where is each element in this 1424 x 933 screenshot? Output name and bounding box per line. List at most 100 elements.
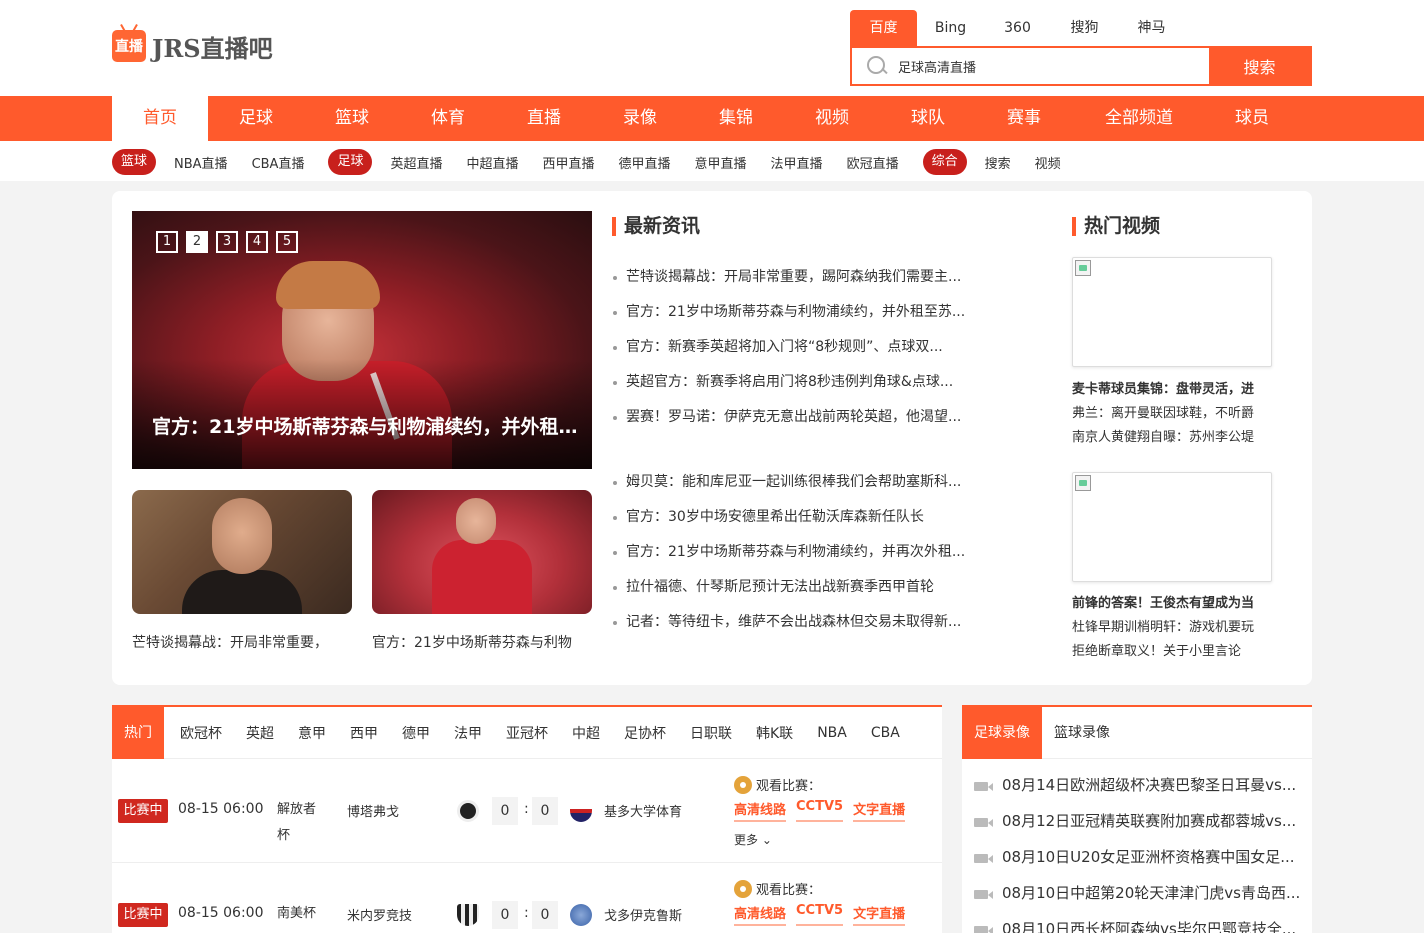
nav-football[interactable]: 足球 — [208, 96, 304, 141]
slide-dot[interactable]: 5 — [276, 231, 298, 253]
text-live-link[interactable]: 文字直播 — [853, 799, 906, 822]
nav-video[interactable]: 视频 — [784, 96, 880, 141]
subnav-ligue1-live[interactable]: 法甲直播 — [771, 153, 823, 172]
subnav-csl-live[interactable]: 中超直播 — [466, 153, 518, 172]
video-link[interactable]: 杜锋早期训梢明轩：游戏机要玩 — [1072, 616, 1282, 640]
home-team[interactable]: 博塔弗戈 — [347, 801, 399, 820]
nav-basketball[interactable]: 篮球 — [304, 96, 400, 141]
replay-item[interactable]: 08月12日亚冠精英联赛附加赛成都蓉城vs... — [962, 803, 1312, 839]
away-team[interactable]: 戈多伊克鲁斯 — [604, 905, 682, 924]
thumb-image-2[interactable] — [372, 490, 592, 614]
news-item[interactable]: 罢赛！罗马诺：伊萨克无意出战前两轮英超，他渴望... — [612, 400, 992, 435]
news-item[interactable]: 官方：30岁中场安德里希出任勒沃库森新任队长 — [612, 500, 992, 535]
subnav-bundesliga-live[interactable]: 德甲直播 — [619, 153, 671, 172]
home-team[interactable]: 米内罗竞技 — [347, 905, 412, 924]
nav-all-channels[interactable]: 全部频道 — [1072, 96, 1206, 141]
video-thumbnail-2[interactable] — [1072, 472, 1272, 582]
tab-k-league[interactable]: 韩K联 — [756, 723, 793, 743]
video-link[interactable]: 弗兰：离开曼联因球鞋，不听爵 — [1072, 402, 1282, 426]
replay-item[interactable]: 08月10日U20女足亚洲杯资格赛中国女足... — [962, 839, 1312, 875]
tab-epl[interactable]: 英超 — [246, 723, 274, 743]
subnav-pill-general[interactable]: 综合 — [922, 149, 967, 175]
replay-item[interactable]: 08月10日中超第20轮天津津门虎vs青岛西... — [962, 875, 1312, 911]
nav-replay[interactable]: 录像 — [592, 96, 688, 141]
tab-acl[interactable]: 亚冠杯 — [506, 723, 548, 743]
cctv5-link[interactable]: CCTV5 — [796, 799, 844, 822]
nav-home[interactable]: 首页 — [112, 96, 208, 141]
hd-stream-link[interactable]: 高清线路 — [734, 903, 787, 926]
video-thumbnail-1[interactable] — [1072, 257, 1272, 367]
engine-tab-sogou[interactable]: 搜狗 — [1051, 10, 1118, 46]
engine-tab-baidu[interactable]: 百度 — [850, 10, 917, 46]
video-link[interactable]: 南京人黄健翔自曝：苏州李公堤 — [1072, 426, 1282, 450]
tab-seriea[interactable]: 意甲 — [298, 723, 326, 743]
engine-tab-360[interactable]: 360 — [984, 10, 1051, 46]
thumb-image-1[interactable] — [132, 490, 352, 614]
subnav-seriea-live[interactable]: 意甲直播 — [695, 153, 747, 172]
replay-item[interactable]: 08月10日西长杯阿森纳vs毕尔巴鄂竞技全... — [962, 911, 1312, 933]
hero-slider[interactable]: 1 2 3 4 5 官方：21岁中场斯蒂芬森与利物浦续约，并外租至苏格兰 — [132, 211, 592, 469]
subnav-epl-live[interactable]: 英超直播 — [390, 153, 442, 172]
tab-ucl[interactable]: 欧冠杯 — [180, 723, 222, 743]
tab-basketball-replay[interactable]: 篮球录像 — [1042, 707, 1122, 759]
tab-j-league[interactable]: 日职联 — [690, 723, 732, 743]
tab-football-replay[interactable]: 足球录像 — [962, 706, 1042, 759]
site-logo[interactable]: 直播 JRS直播吧 — [112, 28, 273, 64]
tab-cba[interactable]: CBA — [871, 725, 900, 741]
replay-item[interactable]: 08月14日欧洲超级杯决赛巴黎圣日耳曼vs... — [962, 767, 1312, 803]
video-headline[interactable]: 麦卡蒂球员集锦：盘带灵活，进 — [1072, 378, 1282, 402]
tab-fa-cup[interactable]: 足协杯 — [624, 723, 666, 743]
nav-live[interactable]: 直播 — [496, 96, 592, 141]
news-item[interactable]: 姆贝莫：能和库尼亚一起训练很棒我们会帮助塞斯科... — [612, 465, 992, 500]
slide-dot[interactable]: 4 — [246, 231, 268, 253]
hero-title[interactable]: 官方：21岁中场斯蒂芬森与利物浦续约，并外租至苏格兰 — [152, 412, 592, 439]
nav-sports[interactable]: 体育 — [400, 96, 496, 141]
slide-dot-active[interactable]: 2 — [186, 231, 208, 253]
cctv5-link[interactable]: CCTV5 — [796, 903, 844, 926]
nav-events[interactable]: 赛事 — [976, 96, 1072, 141]
match-league[interactable]: 南美杯 — [277, 901, 323, 927]
away-score: 0 — [532, 797, 558, 825]
subnav-laliga-live[interactable]: 西甲直播 — [543, 153, 595, 172]
hd-stream-link[interactable]: 高清线路 — [734, 799, 787, 822]
text-live-link[interactable]: 文字直播 — [853, 903, 906, 926]
slide-dot[interactable]: 1 — [156, 231, 178, 253]
slide-dot[interactable]: 3 — [216, 231, 238, 253]
subnav-nba-live[interactable]: NBA直播 — [174, 153, 228, 172]
more-button[interactable]: 更多 ⌄ — [734, 831, 772, 848]
tab-laliga[interactable]: 西甲 — [350, 723, 378, 743]
video-headline[interactable]: 前锋的答案！王俊杰有望成为当 — [1072, 592, 1282, 616]
match-league[interactable]: 解放者杯 — [277, 797, 323, 849]
tab-csl[interactable]: 中超 — [572, 723, 600, 743]
news-item[interactable]: 官方：新赛季英超将加入门将“8秒规则”、点球双... — [612, 330, 992, 365]
subnav-cba-live[interactable]: CBA直播 — [252, 153, 305, 172]
subnav-video[interactable]: 视频 — [1035, 153, 1061, 172]
nav-highlights[interactable]: 集锦 — [688, 96, 784, 141]
engine-tab-bing[interactable]: Bing — [917, 10, 984, 46]
news-item[interactable]: 记者：等待纽卡，维萨不会出战森林但交易未取得新... — [612, 605, 992, 640]
nav-players[interactable]: 球员 — [1206, 96, 1298, 141]
away-score: 0 — [532, 901, 558, 929]
subnav-search[interactable]: 搜索 — [985, 153, 1011, 172]
subnav-pill-football[interactable]: 足球 — [328, 149, 373, 175]
away-team[interactable]: 基多大学体育 — [604, 801, 682, 820]
news-item[interactable]: 拉什福德、什琴斯尼预计无法出战新赛季西甲首轮 — [612, 570, 992, 605]
news-item[interactable]: 官方：21岁中场斯蒂芬森与利物浦续约，并外租至苏... — [612, 295, 992, 330]
subnav-ucl-live[interactable]: 欧冠直播 — [847, 153, 899, 172]
header: 直播 JRS直播吧 百度 Bing 360 搜狗 神马 搜索 — [0, 0, 1424, 96]
tab-hot[interactable]: 热门 — [112, 706, 164, 759]
thumb-caption-1[interactable]: 芒特谈揭幕战：开局非常重要， — [132, 632, 352, 652]
subnav-pill-basketball[interactable]: 篮球 — [112, 149, 157, 175]
tab-ligue1[interactable]: 法甲 — [454, 723, 482, 743]
news-item[interactable]: 芒特谈揭幕战：开局非常重要，踢阿森纳我们需要主... — [612, 260, 992, 295]
tab-nba[interactable]: NBA — [817, 725, 847, 741]
tab-bundesliga[interactable]: 德甲 — [402, 723, 430, 743]
nav-teams[interactable]: 球队 — [880, 96, 976, 141]
news-item[interactable]: 英超官方：新赛季将启用门将8秒违例判角球&点球... — [612, 365, 992, 400]
news-item[interactable]: 官方：21岁中场斯蒂芬森与利物浦续约，并再次外租... — [612, 535, 992, 570]
search-button[interactable]: 搜索 — [1209, 48, 1310, 84]
thumb-caption-2[interactable]: 官方：21岁中场斯蒂芬森与利物 — [372, 632, 592, 652]
video-link[interactable]: 拒绝断章取义！关于小里言论 — [1072, 640, 1282, 664]
engine-tab-shenma[interactable]: 神马 — [1118, 10, 1185, 46]
search-input[interactable] — [898, 58, 1188, 74]
